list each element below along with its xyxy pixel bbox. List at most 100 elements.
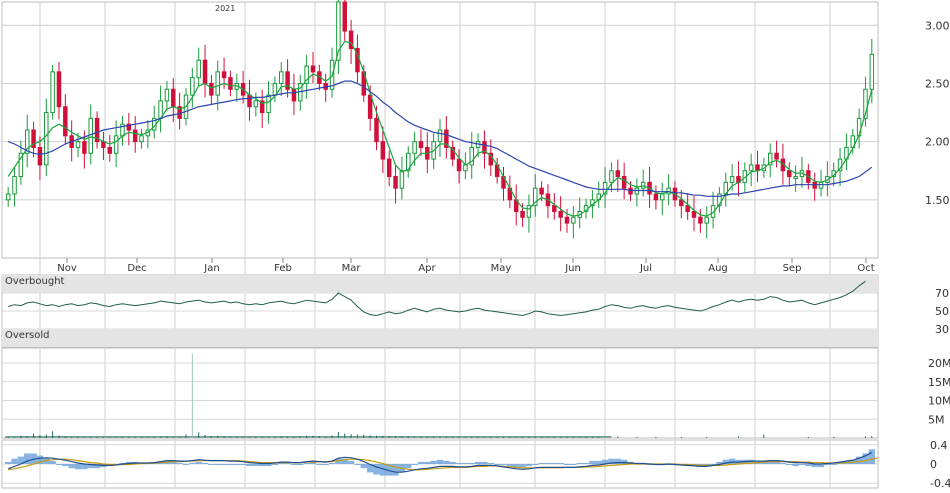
- macd-histogram-bar: [493, 464, 501, 465]
- macd-histogram-bar: [239, 464, 247, 466]
- candle-body: [266, 94, 271, 114]
- candle-body: [704, 216, 709, 224]
- macd-histogram-bar: [392, 464, 399, 476]
- candle-body: [171, 88, 176, 108]
- macd-histogram-bar: [189, 462, 196, 464]
- macd-histogram-bar: [500, 464, 507, 466]
- candle-body: [113, 135, 119, 154]
- macd-histogram-bar: [347, 460, 355, 464]
- year-label: 2021: [215, 4, 235, 13]
- macd-histogram-bar: [436, 459, 444, 464]
- candle-body: [63, 106, 68, 137]
- macd-histogram-bar: [424, 461, 431, 464]
- macd-histogram-bar: [773, 461, 780, 464]
- candle-body: [221, 71, 227, 79]
- grid-lines: [2, 2, 878, 488]
- macd-histogram-bar: [868, 449, 875, 464]
- macd-histogram-bar: [322, 464, 329, 466]
- axis-labels: 3.00 2.50 2.00 1.50 2021 Nov Dec Jan Feb Mar Apr Ma…: [5, 4, 950, 490]
- candle-body: [374, 117, 379, 143]
- month-label: Apr: [418, 263, 436, 274]
- volume-tick-label: 5M: [928, 413, 945, 426]
- volume-tick-label: 10M: [928, 395, 950, 408]
- candle-body: [393, 176, 398, 189]
- macd-histogram-bar: [443, 460, 450, 464]
- macd-histogram-bar: [5, 461, 12, 464]
- macd-histogram-bar: [252, 464, 260, 467]
- macd-histogram-bar: [405, 464, 412, 469]
- month-label: Feb: [274, 263, 292, 274]
- macd-histogram-bar: [271, 464, 279, 466]
- candle-body: [50, 71, 55, 114]
- macd-histogram-bar: [328, 462, 336, 464]
- macd-histogram-bar: [544, 462, 552, 464]
- candle-body: [552, 205, 557, 212]
- macd-histogram-bar: [570, 464, 577, 465]
- macd-histogram-bar: [589, 460, 596, 464]
- candle-body: [621, 176, 627, 189]
- macd-histogram-bar: [259, 464, 266, 467]
- candle-body: [44, 112, 49, 166]
- candle-body: [5, 193, 11, 201]
- price-tick-label: 2.00: [925, 136, 950, 149]
- candle-body: [272, 82, 278, 96]
- macd-histogram-bar: [506, 464, 514, 467]
- macd-histogram-bar: [182, 464, 190, 465]
- macd-histogram-bar: [214, 464, 221, 465]
- macd-histogram-bar: [227, 464, 234, 466]
- macd-histogram-bar: [779, 462, 787, 464]
- candle-body: [190, 77, 195, 96]
- candle-body: [107, 146, 113, 154]
- candle-body: [310, 65, 316, 73]
- macd-histogram-bar: [201, 462, 209, 464]
- month-label: Oct: [857, 263, 874, 274]
- macd-histogram-bar: [595, 460, 602, 464]
- candle-body: [660, 193, 665, 201]
- macd-histogram-bar: [220, 464, 228, 465]
- macd-histogram-bar: [474, 461, 482, 464]
- macd-panel: [5, 449, 879, 476]
- candle-body: [342, 1, 347, 32]
- macd-histogram-bar: [798, 464, 806, 466]
- candle-body: [539, 187, 544, 195]
- candle-body: [253, 100, 259, 108]
- macd-histogram-bar: [360, 464, 367, 469]
- month-label: Nov: [57, 263, 77, 274]
- candle-body: [139, 135, 144, 143]
- macd-histogram-bar: [468, 462, 475, 464]
- candle-body: [12, 176, 17, 195]
- candle-body: [729, 176, 735, 183]
- macd-histogram-bar: [620, 459, 628, 464]
- macd-histogram-bar: [176, 462, 183, 464]
- candle-body: [247, 94, 252, 108]
- volume-tick-label: 20M: [928, 357, 950, 370]
- candle-body: [774, 152, 779, 160]
- macd-histogram-bar: [830, 464, 837, 465]
- rsi-tick-label: 70: [935, 287, 949, 300]
- candle-body: [418, 141, 424, 148]
- candle-body: [196, 59, 201, 79]
- month-label: Jun: [564, 263, 581, 274]
- candle-body: [691, 210, 697, 218]
- month-label: Sep: [783, 263, 802, 274]
- macd-histogram-bar: [786, 464, 793, 466]
- candle-body: [571, 216, 576, 224]
- macd-histogram-bar: [462, 462, 469, 464]
- candle-body: [685, 205, 690, 212]
- candle-body: [386, 158, 392, 178]
- candle-body: [56, 71, 62, 108]
- macd-histogram-bar: [576, 462, 583, 464]
- oversold-band: [2, 329, 878, 347]
- macd-histogram-bar: [303, 462, 310, 464]
- macd-histogram-bar: [208, 464, 215, 465]
- macd-tick-label: 0: [930, 458, 937, 471]
- overbought-label: Overbought: [5, 276, 65, 287]
- month-label: Jul: [639, 263, 652, 274]
- macd-histogram-bar: [11, 458, 18, 464]
- candle-body: [679, 199, 684, 207]
- candle-body: [456, 158, 462, 172]
- macd-histogram-bar: [525, 464, 533, 467]
- candle-body: [520, 210, 525, 218]
- macd-histogram-bar: [728, 458, 736, 464]
- rsi-tick-label: 50: [935, 305, 949, 318]
